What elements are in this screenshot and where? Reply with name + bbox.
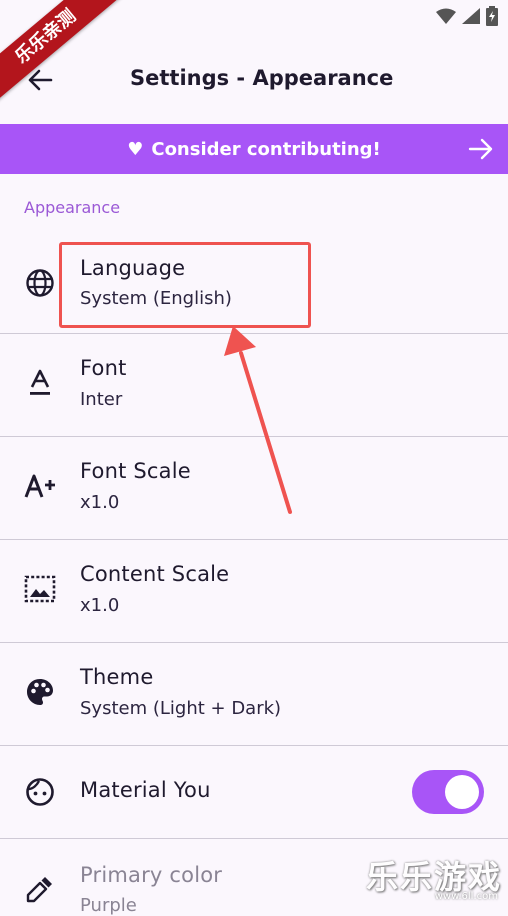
annotation-arrow <box>224 326 292 514</box>
corner-watermark-url: www.6ll.com <box>434 891 498 902</box>
